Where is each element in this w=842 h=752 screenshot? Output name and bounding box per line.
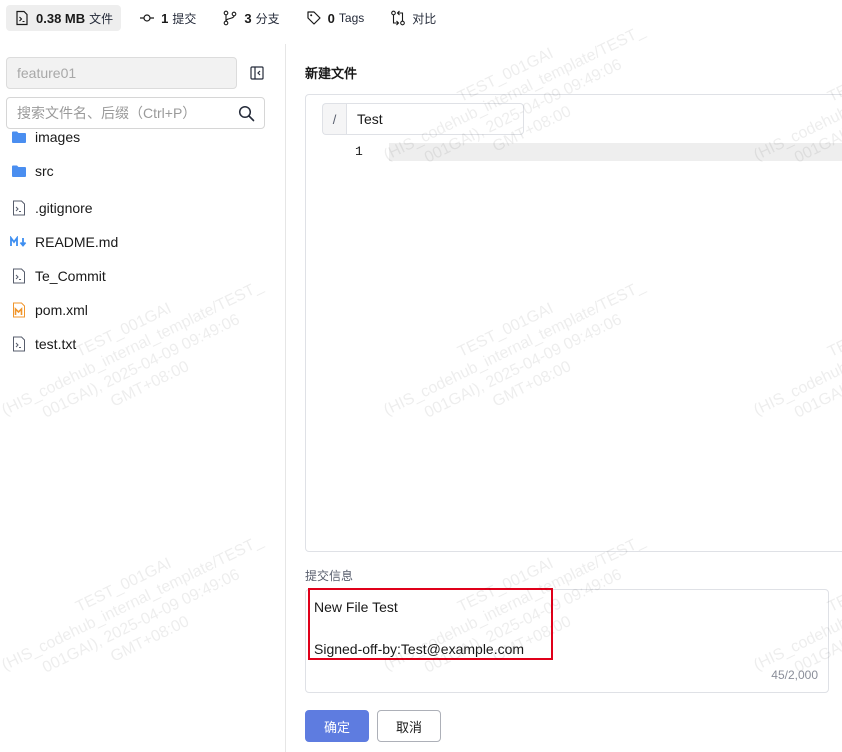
branch-selector[interactable]: feature01 <box>6 57 237 89</box>
commit-icon <box>139 10 155 26</box>
repo-stats-bar: 0.38 MB 文件 1 提交 3 分支 0 Tags 对比 <box>0 0 842 36</box>
tree-item-label: .gitignore <box>35 200 93 216</box>
file-path: / <box>322 103 524 135</box>
tree-item-label: src <box>35 163 54 179</box>
tag-icon <box>306 10 322 26</box>
stat-compare[interactable]: 对比 <box>382 5 444 31</box>
stat-compare-label: 对比 <box>412 11 437 26</box>
commit-message-label: 提交信息 <box>305 569 354 583</box>
confirm-button[interactable]: 确定 <box>305 710 369 742</box>
tree-item-te-commit[interactable]: Te_Commit <box>10 264 106 288</box>
stat-tags[interactable]: 0 Tags <box>298 5 373 31</box>
file-size-icon <box>14 10 30 26</box>
tree-item-label: pom.xml <box>35 302 88 318</box>
search-icon[interactable] <box>238 105 255 122</box>
tree-item-readme[interactable]: README.md <box>10 230 118 254</box>
stat-files-label: 文件 <box>89 11 114 26</box>
stat-tags-value: 0 <box>327 10 335 26</box>
branch-icon <box>222 10 238 26</box>
folder-icon <box>10 128 28 146</box>
code-line[interactable]: 1 <box>306 143 842 161</box>
folder-icon <box>10 162 28 180</box>
tree-item-test-txt[interactable]: test.txt <box>10 332 76 356</box>
stat-files[interactable]: 0.38 MB 文件 <box>6 5 122 31</box>
stat-files-value: 0.38 MB <box>36 10 86 26</box>
compare-icon <box>390 10 406 26</box>
tree-item-images[interactable]: images <box>10 125 80 149</box>
tree-item-src[interactable]: src <box>10 159 54 183</box>
tree-item-gitignore[interactable]: .gitignore <box>10 196 93 220</box>
stat-commits[interactable]: 1 提交 <box>131 5 204 31</box>
file-icon <box>10 199 28 217</box>
collapse-sidebar-icon[interactable] <box>247 63 267 83</box>
annotation-highlight-box <box>308 588 553 660</box>
char-counter: 45/2,000 <box>771 668 818 682</box>
tree-item-label: test.txt <box>35 336 77 352</box>
tree-item-label: images <box>35 129 81 145</box>
tree-item-label: README.md <box>35 234 119 250</box>
file-icon <box>10 335 28 353</box>
code-editor[interactable]: / 1 <box>305 94 842 552</box>
page-title: 新建文件 <box>305 66 358 81</box>
current-line-highlight <box>389 143 842 161</box>
cancel-button[interactable]: 取消 <box>377 710 441 742</box>
stat-tags-label: Tags <box>338 11 365 25</box>
markdown-icon <box>10 233 28 251</box>
new-file-panel: 新建文件 / 1 提交信息 New File Test Signed-off-b… <box>287 44 842 752</box>
path-separator: / <box>322 103 346 135</box>
commit-message-field[interactable]: New File Test Signed-off-by:Test@example… <box>305 588 829 693</box>
tree-item-pom[interactable]: pom.xml <box>10 298 88 322</box>
file-tree-panel: feature01 images src .gitignore <box>0 44 286 752</box>
stat-branches[interactable]: 3 分支 <box>214 5 287 31</box>
line-number: 1 <box>355 144 363 159</box>
file-search-input[interactable] <box>17 105 232 121</box>
file-icon <box>10 267 28 285</box>
stat-commits-value: 1 <box>161 10 169 26</box>
maven-icon <box>10 301 28 319</box>
file-name-input[interactable] <box>346 103 524 135</box>
stat-commits-label: 提交 <box>172 11 197 26</box>
tree-item-label: Te_Commit <box>35 268 106 284</box>
stat-branches-value: 3 <box>244 10 252 26</box>
stat-branches-label: 分支 <box>255 11 280 26</box>
